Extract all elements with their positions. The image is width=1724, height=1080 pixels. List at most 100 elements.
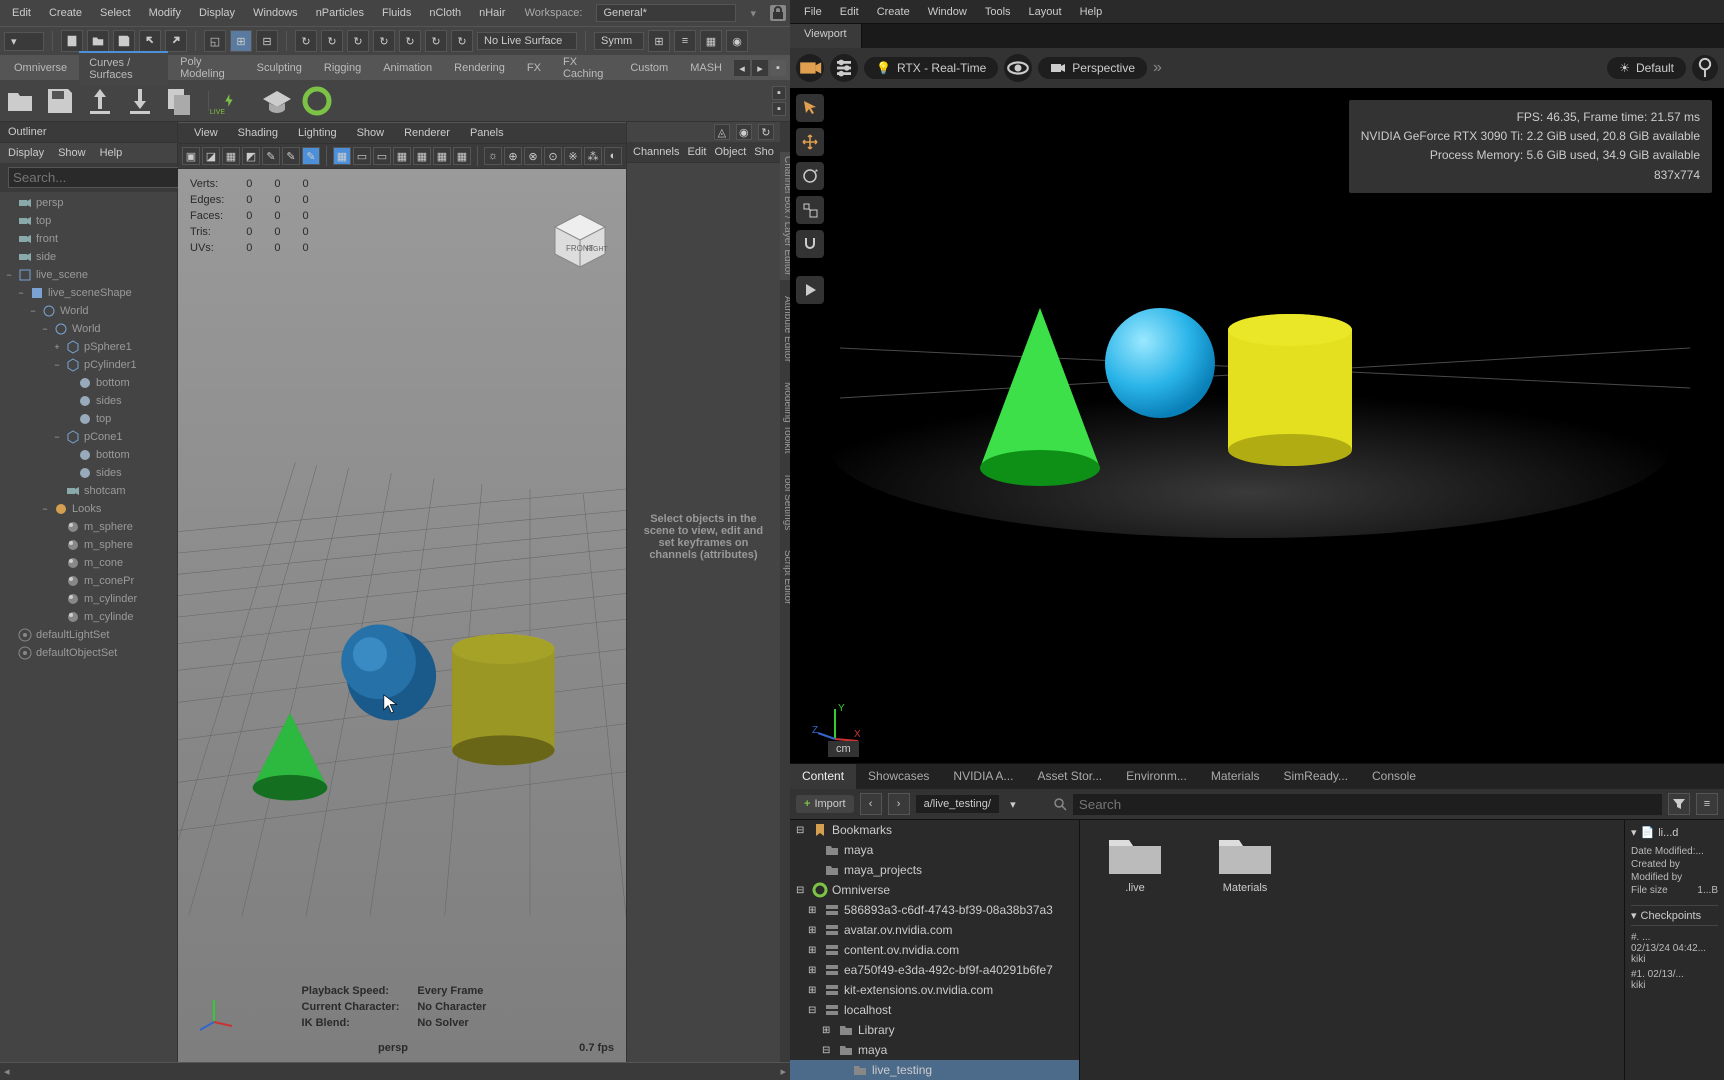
channel-box-tab[interactable]: Channels — [633, 146, 679, 158]
expand-icon[interactable] — [4, 648, 14, 658]
outliner-node-front[interactable]: front — [0, 230, 177, 248]
expand-icon[interactable]: − — [52, 360, 62, 370]
outliner-node-pCone1[interactable]: −pCone1 — [0, 428, 177, 446]
menu-modify[interactable]: Modify — [141, 3, 189, 23]
menu-fluids[interactable]: Fluids — [374, 3, 419, 23]
expand-icon[interactable] — [52, 594, 62, 604]
ov-btab-asset[interactable]: Asset Stor... — [1025, 764, 1114, 789]
outliner-node-persp[interactable]: persp — [0, 194, 177, 212]
chevron-down-icon[interactable]: ▾ — [1631, 826, 1637, 839]
ov-path-dropdown[interactable]: ▾ — [1005, 798, 1021, 811]
ov-btab-console[interactable]: Console — [1360, 764, 1428, 789]
vtab-channel-box[interactable]: Channel Box / Layer Editor — [780, 152, 790, 280]
menu-nhair[interactable]: nHair — [471, 3, 513, 23]
chevron-down-icon[interactable]: ▾ — [1631, 909, 1637, 922]
open-scene-button[interactable] — [87, 30, 109, 52]
ov-tree-node-live_testing[interactable]: live_testing — [790, 1060, 1079, 1080]
vp-tool-3[interactable]: ▦ — [222, 147, 240, 165]
ov-tool-snap[interactable] — [796, 230, 824, 258]
expand-icon[interactable] — [4, 216, 14, 226]
live-surface-selector[interactable]: No Live Surface — [477, 32, 577, 50]
ov-import-button[interactable]: +Import — [796, 795, 854, 813]
outliner-node-top[interactable]: top — [0, 410, 177, 428]
channel-object-tab[interactable]: Object — [714, 146, 746, 158]
menu-display[interactable]: Display — [191, 3, 243, 23]
vp-tool-4[interactable]: ◩ — [242, 147, 260, 165]
lock-icon[interactable] — [770, 5, 786, 21]
ov-btab-nvidia[interactable]: NVIDIA A... — [941, 764, 1025, 789]
file-card-Materials[interactable]: Materials — [1200, 830, 1290, 894]
ov-btab-environ[interactable]: Environm... — [1114, 764, 1199, 789]
expand-icon[interactable]: ⊟ — [796, 885, 808, 896]
expand-icon[interactable]: − — [16, 288, 26, 298]
ov-btab-content[interactable]: Content — [790, 764, 856, 789]
expand-icon[interactable] — [4, 630, 14, 640]
outliner-node-defaultLightSet[interactable]: defaultLightSet — [0, 626, 177, 644]
vp-menu-shading[interactable]: Shading — [230, 125, 286, 141]
vtab-tool-settings[interactable]: Tool Settings — [780, 469, 790, 534]
ov-tool-scale[interactable] — [796, 196, 824, 224]
menu-edit[interactable]: Edit — [4, 3, 39, 23]
ov-viewport-canvas[interactable]: FPS: 46.35, Frame time: 21.57 ms NVIDIA … — [790, 88, 1724, 763]
ov-browser-tree[interactable]: ⊟Bookmarksmayamaya_projects⊟Omniverse⊞58… — [790, 820, 1080, 1080]
toolbar-btn-c[interactable]: ▦ — [700, 30, 722, 52]
outliner-node-pSphere1[interactable]: +pSphere1 — [0, 338, 177, 356]
shelf-panel-toggle[interactable]: ▪ — [770, 60, 786, 76]
shelf-tab-poly[interactable]: Poly Modeling — [170, 52, 245, 84]
ov-tool-move[interactable] — [796, 128, 824, 156]
ov-view-options-icon[interactable]: ≡ — [1696, 793, 1718, 815]
shelf-tab-sculpt[interactable]: Sculpting — [247, 58, 312, 78]
expand-icon[interactable]: ⊟ — [796, 825, 808, 836]
checkpoint-item[interactable]: #1. 02/13/...kiki — [1631, 967, 1718, 993]
vtab-modeling-toolkit[interactable]: Modeling Toolkit — [780, 378, 790, 458]
vp-menu-view[interactable]: View — [186, 125, 226, 141]
shelf-hat-icon[interactable] — [261, 85, 293, 117]
vp-tool-17[interactable]: ⊗ — [524, 147, 542, 165]
outliner-node-Looks[interactable]: −Looks — [0, 500, 177, 518]
menu-set-selector[interactable]: ▾ — [4, 32, 44, 51]
ov-tree-node-Library[interactable]: ⊞Library — [790, 1020, 1079, 1040]
rotate-x-button[interactable]: ↻ — [295, 30, 317, 52]
rotate-y-button[interactable]: ↻ — [321, 30, 343, 52]
snap-curve-button[interactable]: ⊟ — [256, 30, 278, 52]
workspace-dropdown-icon[interactable]: ▾ — [742, 3, 764, 24]
expand-icon[interactable] — [52, 558, 62, 568]
outliner-node-World[interactable]: −World — [0, 320, 177, 338]
ov-tree-node-maya[interactable]: ⊟maya — [790, 1040, 1079, 1060]
rotate-btn-4[interactable]: ↻ — [373, 30, 395, 52]
toolbar-btn-a[interactable]: ⊞ — [648, 30, 670, 52]
outliner-search-input[interactable] — [8, 167, 195, 188]
vp-tool-2[interactable]: ◪ — [202, 147, 220, 165]
select-tool-button[interactable]: ◱ — [204, 30, 226, 52]
vp-tool-7[interactable]: ✎ — [302, 147, 320, 165]
shelf-tab-fx[interactable]: FX — [517, 58, 551, 78]
ov-tree-node-ea750f49-e3da-492c-bf9f-a40291b6fe7[interactable]: ⊞ea750f49-e3da-492c-bf9f-a40291b6fe7 — [790, 960, 1079, 980]
shelf-tab-rigging[interactable]: Rigging — [314, 58, 371, 78]
file-card-.live[interactable]: .live — [1090, 830, 1180, 894]
vtab-attribute-editor[interactable]: Attribute Editor — [780, 292, 790, 366]
outliner-node-defaultObjectSet[interactable]: defaultObjectSet — [0, 644, 177, 662]
shelf-tab-mash[interactable]: MASH — [680, 58, 732, 78]
expand-icon[interactable] — [52, 486, 62, 496]
vp-tool-11[interactable]: ▦ — [393, 147, 411, 165]
outliner-node-bottom[interactable]: bottom — [0, 374, 177, 392]
ov-tree-node-localhost[interactable]: ⊟localhost — [790, 1000, 1079, 1020]
shelf-omniverse-icon[interactable] — [301, 85, 333, 117]
shelf-tab-fxcaching[interactable]: FX Caching — [553, 52, 618, 84]
vp-tool-21[interactable]: ◐ — [604, 147, 622, 165]
vp-tool-19[interactable]: ※ — [564, 147, 582, 165]
expand-icon[interactable]: − — [40, 324, 50, 334]
scroll-right-icon[interactable]: ▸ — [780, 1065, 786, 1078]
ov-lighting-selector[interactable]: ☀ Default — [1607, 57, 1686, 79]
expand-icon[interactable]: − — [40, 504, 50, 514]
menu-nparticles[interactable]: nParticles — [308, 3, 372, 23]
outliner-node-side[interactable]: side — [0, 248, 177, 266]
shelf-save-icon[interactable] — [44, 85, 76, 117]
shelf-open-icon[interactable] — [4, 85, 36, 117]
ov-tree-node-586893a3-c6df-4743-bf39-08a38b37a3[interactable]: ⊞586893a3-c6df-4743-bf39-08a38b37a3 — [790, 900, 1079, 920]
expand-icon[interactable] — [52, 540, 62, 550]
ov-menu-edit[interactable]: Edit — [832, 3, 867, 21]
outliner-node-m_cylinde[interactable]: m_cylinde — [0, 608, 177, 626]
viewcube[interactable]: FRONTRIGHT — [550, 209, 610, 269]
ov-browser-content[interactable]: .live Materials — [1080, 820, 1624, 1080]
